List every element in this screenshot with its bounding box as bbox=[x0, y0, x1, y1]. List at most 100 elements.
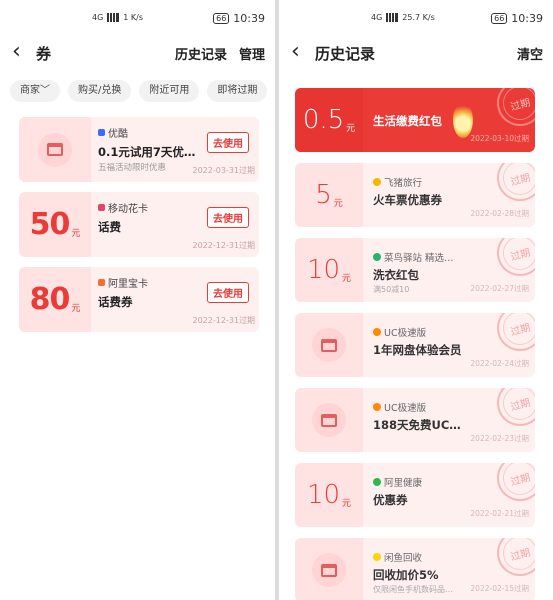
fliggy-logo-icon bbox=[373, 178, 381, 186]
expiry-date: 2022-12-31过期 bbox=[192, 316, 256, 325]
coupon-desc: 满50减10 bbox=[373, 285, 410, 294]
expiry-date: 2022-12-31过期 bbox=[192, 241, 256, 250]
status-bar: 4G 1 K/s 66 10:39 bbox=[0, 0, 275, 34]
coupon-card[interactable]: 优酷 0.1元试用7天优… 五福活动限时优惠 去使用 2022-03-31过期 bbox=[19, 117, 259, 182]
amount-unit: 元 bbox=[71, 304, 81, 314]
expiry-date: 2022-02-23过期 bbox=[470, 434, 529, 443]
history-coupon-card[interactable]: UC极速版 1年网盘体验会员 2022-02-24过期 过期 bbox=[295, 313, 535, 377]
expiry-date: 2022-02-15过期 bbox=[470, 584, 529, 593]
merchant-name: 飞猪旅行 bbox=[384, 178, 423, 189]
coupon-title: 优惠券 bbox=[373, 493, 408, 507]
coupon-amount: 10 bbox=[306, 480, 341, 510]
coupon-title: 1年网盘体验会员 bbox=[373, 343, 462, 357]
clock: 10:39 bbox=[511, 12, 543, 25]
coupon-desc: 五福活动限时优惠 bbox=[98, 163, 167, 173]
history-screen: 4G 25.7 K/s 66 10:39 ‹ 历史记录 清空 0.5 元 生活缴… bbox=[279, 0, 553, 600]
expiry-date: 2022-03-10过期 bbox=[470, 134, 529, 143]
use-button[interactable]: 去使用 bbox=[207, 282, 249, 303]
coupon-title: 话费券 bbox=[98, 295, 133, 309]
network-speed: 25.7 K/s bbox=[402, 13, 435, 22]
amount-unit: 元 bbox=[333, 199, 343, 209]
expiry-date: 2022-03-31过期 bbox=[192, 166, 256, 175]
battery-icon: 66 bbox=[213, 13, 230, 24]
coupon-title: 生活缴费红包 bbox=[373, 114, 442, 128]
coupon-title: 洗衣红包 bbox=[373, 268, 419, 282]
filter-purchase[interactable]: 购买/兑换 bbox=[68, 80, 132, 102]
expiry-date: 2022-02-28过期 bbox=[470, 209, 529, 218]
history-button[interactable]: 历史记录 bbox=[175, 44, 227, 63]
history-coupon-card[interactable]: 闲鱼回收 回收加价5% 仅限闲鱼手机数码品… 2022-02-15过期 过期 bbox=[295, 538, 535, 600]
expired-stamp: 过期 bbox=[491, 313, 535, 357]
coupon-title: 回收加价5% bbox=[373, 568, 439, 582]
uc-logo-icon bbox=[373, 328, 381, 336]
page-title: 历史记录 bbox=[315, 45, 376, 63]
top-nav: ‹ 历史记录 清空 bbox=[279, 38, 553, 68]
merchant-name: 优酷 bbox=[108, 129, 128, 140]
back-arrow-icon[interactable]: ‹ bbox=[291, 40, 300, 64]
expiry-date: 2022-02-24过期 bbox=[470, 359, 529, 368]
filter-expiring[interactable]: 即将过期 bbox=[207, 80, 268, 102]
coupon-title: 话费 bbox=[98, 220, 121, 234]
merchant-name: 阿里宝卡 bbox=[108, 279, 148, 290]
clear-button[interactable]: 清空 bbox=[517, 44, 543, 63]
history-coupon-card[interactable]: 5 元 飞猪旅行 火车票优惠券 2022-02-28过期 过期 bbox=[295, 163, 535, 227]
amount-unit: 元 bbox=[342, 499, 352, 509]
manage-button[interactable]: 管理 bbox=[239, 44, 265, 63]
history-coupon-card[interactable]: 10 元 阿里健康 优惠券 2022-02-21过期 过期 bbox=[295, 463, 535, 527]
store-icon bbox=[312, 553, 346, 587]
merchant-name: UC极速版 bbox=[384, 328, 427, 339]
coupon-amount: 50 bbox=[29, 207, 71, 242]
amount-unit: 元 bbox=[342, 274, 352, 284]
battery-icon: 66 bbox=[491, 13, 508, 24]
history-coupon-card[interactable]: 10 元 菜鸟驿站 精选… 洗衣红包 满50减10 2022-02-27过期 过… bbox=[295, 238, 535, 302]
coupon-amount: 10 bbox=[306, 255, 341, 285]
coupon-amount: 0.5 bbox=[302, 105, 345, 135]
coupon-card[interactable]: 80 元 阿里宝卡 话费券 去使用 2022-12-31过期 bbox=[19, 267, 259, 332]
uc-logo-icon bbox=[373, 403, 381, 411]
store-icon bbox=[312, 328, 346, 362]
ali-health-logo-icon bbox=[373, 478, 381, 486]
expired-stamp: 过期 bbox=[491, 463, 535, 507]
coupon-card[interactable]: 50 元 移动花卡 话费 去使用 2022-12-31过期 bbox=[19, 192, 259, 257]
filter-bar: 商家﹀ 购买/兑换 附近可用 即将过期 bbox=[10, 80, 269, 102]
network-label: 4G bbox=[92, 13, 104, 22]
coupon-list: 优酷 0.1元试用7天优… 五福活动限时优惠 去使用 2022-03-31过期 … bbox=[19, 117, 259, 342]
merchant-name: UC极速版 bbox=[384, 403, 427, 414]
expired-stamp: 过期 bbox=[491, 163, 535, 207]
history-coupon-card[interactable]: 0.5 元 生活缴费红包 2022-03-10过期 过期 bbox=[295, 88, 535, 152]
expired-stamp: 过期 bbox=[491, 538, 535, 582]
network-label: 4G bbox=[371, 13, 383, 22]
coupon-title: 188天免费UC… bbox=[373, 418, 461, 432]
flower-card-logo-icon bbox=[98, 204, 105, 211]
page-title: 券 bbox=[36, 45, 52, 63]
coupon-amount: 80 bbox=[29, 282, 71, 317]
expired-stamp: 过期 bbox=[491, 388, 535, 432]
expired-stamp: 过期 bbox=[491, 88, 535, 132]
youku-logo-icon bbox=[98, 129, 105, 136]
coupon-title: 火车票优惠券 bbox=[373, 193, 442, 207]
back-arrow-icon[interactable]: ‹ bbox=[12, 40, 21, 64]
use-button[interactable]: 去使用 bbox=[207, 207, 249, 228]
amount-unit: 元 bbox=[346, 124, 356, 134]
coupon-desc: 仅限闲鱼手机数码品… bbox=[373, 585, 453, 594]
history-list: 0.5 元 生活缴费红包 2022-03-10过期 过期 5 元 飞猪旅行 火车… bbox=[295, 88, 535, 600]
merchant-name: 闲鱼回收 bbox=[384, 553, 423, 564]
merchant-name: 移动花卡 bbox=[108, 204, 148, 215]
merchant-name: 菜鸟驿站 精选… bbox=[384, 253, 454, 264]
network-speed: 1 K/s bbox=[123, 13, 144, 22]
expiry-date: 2022-02-27过期 bbox=[470, 284, 529, 293]
expired-stamp: 过期 bbox=[491, 238, 535, 282]
merchant-name: 阿里健康 bbox=[384, 478, 423, 489]
top-nav: ‹ 券 历史记录 管理 bbox=[0, 38, 275, 68]
clock: 10:39 bbox=[233, 12, 265, 25]
signal-icon bbox=[107, 13, 120, 22]
coupon-title: 0.1元试用7天优… bbox=[98, 145, 196, 159]
use-button[interactable]: 去使用 bbox=[207, 132, 249, 153]
history-coupon-card[interactable]: UC极速版 188天免费UC… 2022-02-23过期 过期 bbox=[295, 388, 535, 452]
signal-icon bbox=[386, 13, 399, 22]
store-icon bbox=[312, 403, 346, 437]
filter-merchant[interactable]: 商家﹀ bbox=[10, 80, 60, 102]
amount-unit: 元 bbox=[71, 229, 81, 239]
status-bar: 4G 25.7 K/s 66 10:39 bbox=[279, 0, 553, 34]
filter-nearby[interactable]: 附近可用 bbox=[139, 80, 200, 102]
